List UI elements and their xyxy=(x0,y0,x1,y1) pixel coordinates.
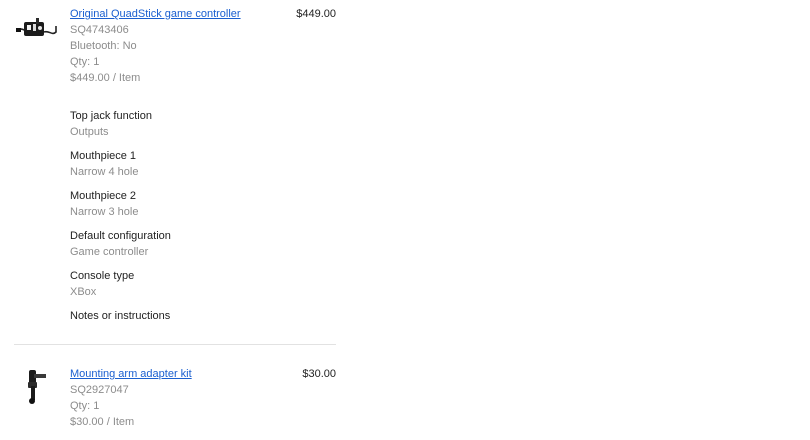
item-bluetooth: Bluetooth: No xyxy=(70,40,137,52)
game-controller-icon[interactable] xyxy=(14,6,60,46)
option-mouthpiece-1: Mouthpiece 1 Narrow 4 hole xyxy=(70,148,330,188)
item-options-list: Top jack function Outputs Mouthpiece 1 N… xyxy=(70,108,330,348)
option-value: XBox xyxy=(70,286,97,298)
option-label: Mouthpiece 1 xyxy=(70,150,137,162)
mounting-arm-icon[interactable] xyxy=(14,366,60,406)
item-divider xyxy=(14,344,336,345)
item-info: Mounting arm adapter kit SQ2927047 Qty: … xyxy=(70,366,280,430)
option-value: Narrow 4 hole xyxy=(70,166,139,178)
cart-item-mounting-arm: Mounting arm adapter kit SQ2927047 Qty: … xyxy=(14,366,336,436)
option-value: Game controller xyxy=(70,246,149,258)
product-title-link[interactable]: Original QuadStick game controller xyxy=(70,6,280,22)
option-notes: Notes or instructions xyxy=(70,308,330,348)
option-label: Default configuration xyxy=(70,230,171,242)
option-label: Mouthpiece 2 xyxy=(70,190,137,202)
item-sku: SQ2927047 xyxy=(70,384,129,396)
item-sku: SQ4743406 xyxy=(70,24,129,36)
item-unit-price: $30.00 / Item xyxy=(70,416,135,428)
item-info: Original QuadStick game controller SQ474… xyxy=(70,6,280,86)
cart-page: Original QuadStick game controller SQ474… xyxy=(0,0,810,440)
item-total-price: $449.00 xyxy=(296,8,336,20)
item-total-price: $30.00 xyxy=(302,368,336,380)
option-label: Notes or instructions xyxy=(70,310,171,322)
item-quantity: Qty: 1 xyxy=(70,400,100,412)
option-label: Top jack function xyxy=(70,110,152,122)
option-top-jack-function: Top jack function Outputs xyxy=(70,108,330,148)
cart-item-quadstick: Original QuadStick game controller SQ474… xyxy=(14,6,336,96)
option-default-configuration: Default configuration Game controller xyxy=(70,228,330,268)
option-mouthpiece-2: Mouthpiece 2 Narrow 3 hole xyxy=(70,188,330,228)
option-label: Console type xyxy=(70,270,135,282)
item-quantity: Qty: 1 xyxy=(70,56,100,68)
option-value: Outputs xyxy=(70,126,109,138)
option-console-type: Console type XBox xyxy=(70,268,330,308)
option-value: Narrow 3 hole xyxy=(70,206,139,218)
item-unit-price: $449.00 / Item xyxy=(70,72,141,84)
product-title-link[interactable]: Mounting arm adapter kit xyxy=(70,366,280,382)
